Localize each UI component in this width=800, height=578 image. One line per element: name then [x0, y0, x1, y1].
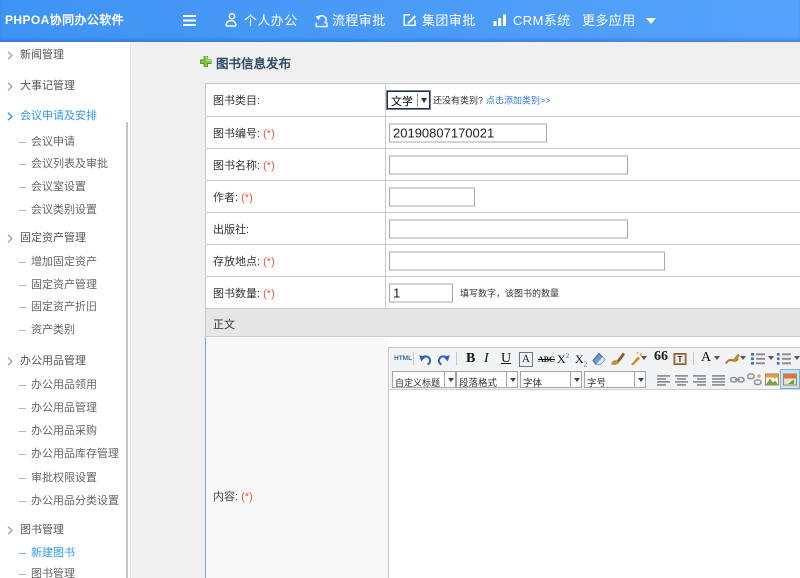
- svg-text:T: T: [678, 355, 683, 364]
